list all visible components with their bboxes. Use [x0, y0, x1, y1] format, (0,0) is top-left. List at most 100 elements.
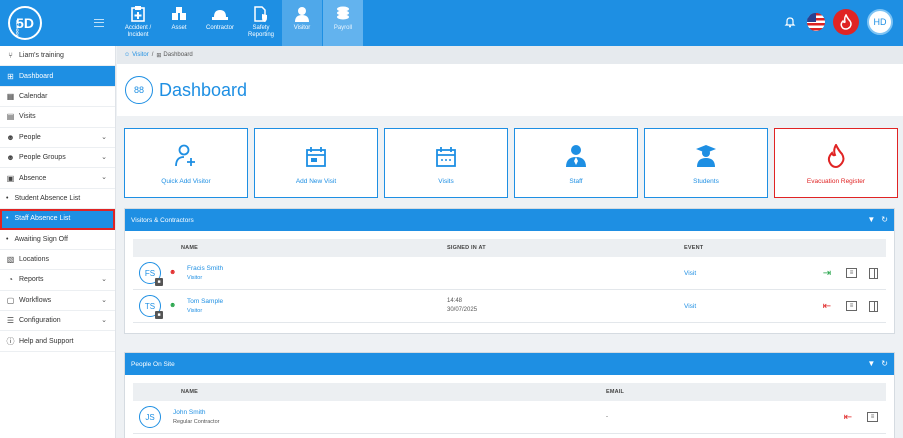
notification-bell-icon[interactable] [781, 13, 799, 31]
sidebar-item-visits[interactable]: ▤ Visits [0, 107, 115, 128]
person-name-link[interactable]: Fracis Smith [187, 265, 223, 272]
breadcrumb-visitor-link[interactable]: Visitor [132, 52, 149, 58]
sidebar-item-help-and-support[interactable]: ⓘ Help and Support [0, 331, 115, 352]
sign-out-icon[interactable]: ⇤ [841, 410, 855, 424]
visits-tile[interactable]: Visits [384, 128, 508, 198]
refresh-icon[interactable]: ↻ [881, 359, 888, 368]
staff-tile[interactable]: Staff [514, 128, 638, 198]
avatar: TS ■ [139, 295, 163, 319]
calendar-icon [436, 147, 456, 167]
table-row: JS John Smith Regular Contractor - ⇤ ≡ [133, 401, 886, 434]
sidebar-item-label: Configuration [19, 317, 61, 325]
sidebar: ⑂ Liam's training ⊞ Dashboard ▦ Calendar… [0, 46, 116, 438]
sidebar-item-calendar[interactable]: ▦ Calendar [0, 87, 115, 108]
bullet-icon: • [6, 235, 9, 243]
event-link[interactable]: Visit [684, 270, 696, 277]
evacuation-register-tile[interactable]: Evacuation Register [774, 128, 898, 198]
sidebar-item-student-absence-list[interactable]: • Student Absence List [0, 189, 115, 210]
sidebar-item-label: Awaiting Sign Off [14, 235, 68, 243]
module-label: Visitor [293, 25, 311, 31]
sidebar-item-label: Locations [19, 256, 49, 264]
module-contractor[interactable]: Contractor [200, 0, 240, 46]
sidebar-item-label: Visits [19, 113, 36, 121]
id-badge-icon: ■ [155, 278, 163, 286]
module-label: Asset [171, 25, 187, 31]
calendar-add-icon [306, 147, 326, 167]
asset-icon [172, 7, 186, 20]
module-safety-reporting[interactable]: Safety Reporting [241, 0, 281, 46]
locations-icon: ▧ [6, 255, 15, 265]
workflows-icon: ▢ [6, 295, 15, 305]
refresh-icon[interactable]: ↻ [881, 215, 888, 224]
page-title: Dashboard [159, 79, 248, 100]
sidebar-item-people-groups[interactable]: ☻ People Groups ⌄ [0, 148, 115, 169]
details-panel-icon[interactable] [869, 267, 878, 279]
person-name-link[interactable]: Tom Sample [187, 298, 223, 305]
column-header-name[interactable]: NAME [181, 389, 198, 395]
sidebar-item-absence[interactable]: ▣ Absence ⌄ [0, 168, 115, 189]
sidebar-item-label: Help and Support [19, 337, 74, 345]
sidebar-item-configuration[interactable]: ☰ Configuration ⌄ [0, 311, 115, 332]
evacuation-fire-button[interactable] [833, 9, 859, 35]
filter-icon[interactable]: ▼ [867, 359, 875, 368]
us-flag-icon[interactable] [807, 13, 825, 31]
column-header-event[interactable]: EVENT [684, 245, 703, 251]
column-header-name[interactable]: NAME [181, 245, 198, 251]
module-bar: Accident / Incident Asset Contractor Saf… [118, 0, 364, 46]
sign-out-icon[interactable]: ⇤ [820, 299, 834, 313]
id-card-icon[interactable]: ≡ [846, 301, 857, 311]
signed-in-time: 14:48 [447, 298, 463, 304]
quick-action-tiles: Quick Add Visitor Add New Visit Visits S… [124, 128, 898, 198]
top-bar: SCHOOL 5D Accident / Incident Asset Cont… [0, 0, 903, 46]
signed-in-date: 30/07/2025 [447, 307, 478, 313]
module-payroll[interactable]: Payroll [323, 0, 363, 46]
module-accident-incident[interactable]: Accident / Incident [118, 0, 158, 46]
page-header: 88 Dashboard [117, 64, 903, 116]
sidebar-item-workflows[interactable]: ▢ Workflows ⌄ [0, 291, 115, 312]
module-visitor[interactable]: Visitor [282, 0, 322, 46]
table-row: TS ■ ☻ Tom Sample Visitor 14:48 30/07/202… [133, 290, 886, 323]
filter-icon[interactable]: ▼ [867, 215, 875, 224]
sidebar-item-dashboard[interactable]: ⊞ Dashboard [0, 66, 115, 87]
payroll-icon [337, 6, 349, 20]
row-actions: ⇥ ≡ [820, 266, 878, 280]
sidebar-item-label: Reports [19, 276, 44, 284]
brand: SCHOOL 5D [0, 0, 116, 46]
avatar-initials: TS [144, 301, 156, 311]
students-tile[interactable]: Students [644, 128, 768, 198]
module-label: Contractor [205, 25, 234, 31]
id-card-icon[interactable]: ≡ [867, 412, 878, 422]
event-link[interactable]: Visit [684, 303, 696, 310]
main-content: ☺ Visitor / ⊞ Dashboard 88 Dashboard Qui… [117, 46, 903, 438]
sidebar-item-people[interactable]: ☻ People ⌄ [0, 128, 115, 148]
row-actions: ⇤ ≡ [841, 410, 878, 424]
visitor-status-icon: ☻ [169, 269, 177, 276]
details-panel-icon[interactable] [869, 300, 878, 312]
column-header-email[interactable]: EMAIL [606, 389, 624, 395]
sidebar-item-locations[interactable]: ▧ Locations [0, 250, 115, 271]
sign-in-icon[interactable]: ⇥ [820, 266, 834, 280]
column-header-signed-in-at[interactable]: SIGNED IN AT [447, 245, 486, 251]
sidebar-item-awaiting-sign-off[interactable]: • Awaiting Sign Off [0, 230, 115, 250]
module-asset[interactable]: Asset [159, 0, 199, 46]
sidebar-item-liams-training[interactable]: ⑂ Liam's training [0, 46, 115, 67]
id-card-icon[interactable]: ≡ [846, 268, 857, 278]
module-label: Accident / Incident [124, 25, 152, 38]
avatar: FS ■ [139, 262, 163, 286]
panel-tools: ▼ ↻ [867, 359, 888, 368]
hardhat-icon [212, 10, 228, 20]
panel-header: People On Site ▼ ↻ [125, 353, 894, 375]
panel-tools: ▼ ↻ [867, 215, 888, 224]
menu-toggle-icon[interactable] [94, 19, 104, 27]
add-new-visit-tile[interactable]: Add New Visit [254, 128, 378, 198]
avatar-initials: FS [144, 268, 156, 278]
sidebar-item-label: Dashboard [19, 72, 54, 80]
visitor-status-icon: ☻ [169, 302, 177, 309]
person-name-link[interactable]: John Smith [173, 409, 206, 416]
school-5d-logo[interactable]: SCHOOL 5D [8, 6, 42, 40]
sidebar-item-staff-absence-list[interactable]: • Staff Absence List [0, 209, 115, 230]
sidebar-item-reports[interactable]: ◔ Reports ⌄ [0, 270, 115, 291]
quick-add-visitor-tile[interactable]: Quick Add Visitor [124, 128, 248, 198]
user-avatar[interactable]: HD [867, 9, 893, 35]
module-label: Safety Reporting [247, 25, 274, 38]
